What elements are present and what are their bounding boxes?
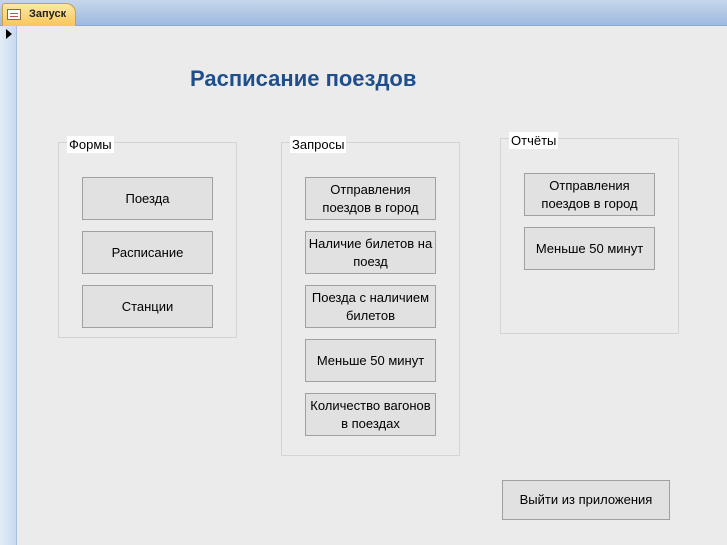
exit-app-button[interactable]: Выйти из приложения: [502, 480, 670, 520]
document-tab-strip: Запуск: [0, 0, 727, 26]
query-departures-button[interactable]: Отправления поездов в город: [305, 177, 436, 220]
reports-group-label: Отчёты: [509, 132, 559, 149]
query-under-50-min-button[interactable]: Меньше 50 минут: [305, 339, 436, 382]
query-trains-with-tickets-button[interactable]: Поезда с наличием билетов: [305, 285, 436, 328]
query-car-count-button[interactable]: Количество вагонов в поездах: [305, 393, 436, 436]
report-under-50-min-button[interactable]: Меньше 50 минут: [524, 227, 655, 270]
current-record-arrow-icon: [6, 29, 12, 39]
queries-group-label: Запросы: [290, 136, 347, 153]
record-selector[interactable]: [0, 26, 17, 545]
forms-trains-button[interactable]: Поезда: [82, 177, 213, 220]
form-icon: [7, 9, 21, 20]
page-title: Расписание поездов: [190, 66, 417, 91]
forms-stations-button[interactable]: Станции: [82, 285, 213, 328]
forms-schedule-button[interactable]: Расписание: [82, 231, 213, 274]
tab-launch[interactable]: Запуск: [2, 3, 76, 26]
query-ticket-availability-button[interactable]: Наличие билетов на поезд: [305, 231, 436, 274]
tab-launch-label: Запуск: [29, 8, 67, 20]
form-window: Запуск Расписание поездов Формы Поезда Р…: [0, 0, 727, 545]
report-departures-button[interactable]: Отправления поездов в город: [524, 173, 655, 216]
forms-group-label: Формы: [67, 136, 114, 153]
